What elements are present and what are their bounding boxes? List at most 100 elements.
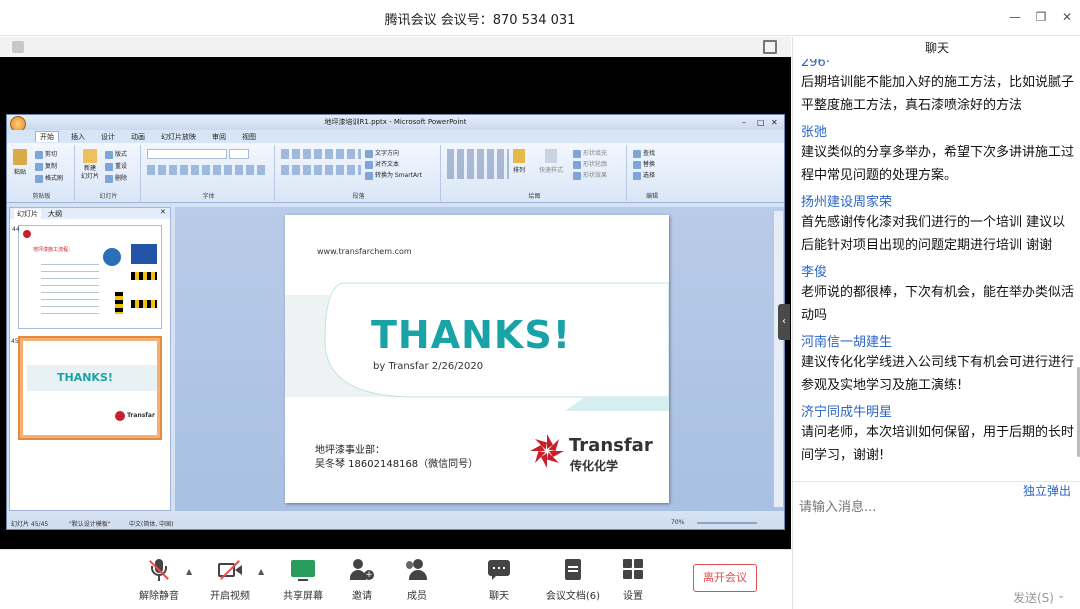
post-icon bbox=[115, 292, 123, 314]
slide-thumbnail-44[interactable]: 44 地坪漆施工流程： bbox=[12, 225, 162, 329]
thumb-thanks: THANKS! bbox=[57, 371, 113, 384]
tab-view[interactable]: 视图 bbox=[242, 132, 256, 142]
shield-icon[interactable] bbox=[12, 41, 24, 53]
minimize-icon[interactable]: — bbox=[1008, 10, 1022, 24]
chat-input[interactable] bbox=[799, 496, 1075, 518]
docs-label: 会议文档(6) bbox=[545, 591, 601, 602]
window-title: 腾讯会议 会议号：870 534 031 bbox=[384, 13, 576, 28]
tab-design[interactable]: 设计 bbox=[101, 132, 115, 142]
chevron-down-icon[interactable]: ⌄ bbox=[1057, 590, 1069, 602]
chat-sender: 济宁同成牛明星 bbox=[801, 405, 893, 420]
arrow-sign-icon bbox=[103, 248, 121, 266]
group-font: 字体 bbox=[143, 145, 275, 201]
collapse-arrow-icon[interactable]: ‹ bbox=[778, 304, 790, 340]
chat-sender: 296· bbox=[801, 59, 830, 70]
shapes-gallery[interactable] bbox=[447, 149, 509, 179]
shape-effect-button[interactable]: 形状效果 bbox=[573, 170, 607, 180]
video-label: 开启视频 bbox=[210, 591, 250, 602]
tab-home[interactable]: 开始 bbox=[35, 131, 59, 142]
font-size-box[interactable] bbox=[229, 149, 249, 159]
fullscreen-icon[interactable] bbox=[763, 40, 777, 54]
ppt-minimize-icon[interactable]: – bbox=[742, 115, 746, 130]
thumb-heading: 地坪漆施工流程： bbox=[33, 247, 74, 253]
format-painter-button[interactable]: 格式刷 bbox=[35, 173, 63, 183]
chat-message: 建议类似的分享多举办，希望下次多讲讲施工过程中常见问题的处理方案。 bbox=[801, 145, 1075, 183]
invite-button[interactable]: + 邀请 bbox=[334, 558, 390, 602]
slide-dept: 地坪漆事业部： bbox=[315, 445, 385, 456]
title-bar: 腾讯会议 会议号：870 534 031 — ❐ ✕ bbox=[0, 0, 1080, 36]
group-label: 幻灯片 bbox=[99, 193, 118, 200]
chat-button[interactable]: 聊天 bbox=[471, 558, 527, 602]
video-button[interactable]: 开启视频 bbox=[202, 558, 258, 602]
slide-thumbnail-45[interactable]: 45 THANKS! Transfar bbox=[11, 336, 162, 440]
video-options-icon[interactable]: ▲ bbox=[258, 567, 264, 576]
copy-button[interactable]: 复制 bbox=[35, 161, 57, 171]
members-icon bbox=[405, 558, 429, 582]
select-button[interactable]: 选择 bbox=[633, 170, 655, 180]
slide-byline: by Transfar 2/26/2020 bbox=[373, 361, 484, 372]
smartart-button[interactable]: 转换为 SmartArt bbox=[365, 170, 422, 180]
text-direction-button[interactable]: 文字方向 bbox=[365, 148, 399, 158]
group-label: 编辑 bbox=[645, 193, 658, 200]
group-label: 绘图 bbox=[528, 193, 541, 200]
settings-button[interactable]: 设置 bbox=[605, 558, 661, 602]
group-clipboard: 粘贴 剪切 复制 格式刷 剪贴板 bbox=[9, 145, 75, 201]
ppt-close-icon[interactable]: ✕ bbox=[771, 115, 778, 130]
cut-button[interactable]: 剪切 bbox=[35, 149, 57, 159]
delete-button[interactable]: 删除 bbox=[105, 173, 127, 183]
vertical-scrollbar[interactable] bbox=[773, 211, 783, 507]
chat-bubble-icon bbox=[487, 558, 511, 582]
tab-slideshow[interactable]: 幻灯片放映 bbox=[161, 132, 196, 142]
group-editing: 查找 替换 选择 编辑 bbox=[629, 145, 675, 201]
group-drawing: 排列 快速样式 形状填充 形状轮廓 形状效果 绘图 bbox=[443, 145, 627, 201]
members-label: 成员 bbox=[407, 591, 427, 602]
find-button[interactable]: 查找 bbox=[633, 148, 655, 158]
status-language: 中文(简体, 中国) bbox=[129, 521, 174, 528]
tab-animation[interactable]: 动画 bbox=[131, 132, 145, 142]
shape-outline-button[interactable]: 形状轮廓 bbox=[573, 159, 607, 169]
align-buttons[interactable] bbox=[281, 165, 361, 175]
layout-button[interactable]: 版式 bbox=[105, 149, 127, 159]
align-text-button[interactable]: 对齐文本 bbox=[365, 159, 399, 169]
replace-button[interactable]: 替换 bbox=[633, 159, 655, 169]
mute-label: 解除静音 bbox=[139, 591, 179, 602]
tab-insert[interactable]: 插入 bbox=[71, 132, 85, 142]
pane-close-icon[interactable]: ✕ bbox=[160, 208, 166, 216]
quick-style-button[interactable]: 快速样式 bbox=[539, 149, 563, 174]
font-name-box[interactable] bbox=[147, 149, 227, 159]
zoom-slider[interactable] bbox=[697, 522, 757, 524]
share-label: 共享屏幕 bbox=[283, 591, 323, 602]
mute-button[interactable]: 解除静音 bbox=[131, 558, 187, 602]
chat-message: 首先感谢传化漆对我们进行的一个培训 建议以后能针对项目出现的问题定期进行培训 谢… bbox=[801, 215, 1066, 253]
group-label: 剪贴板 bbox=[32, 193, 51, 200]
group-slides: 新建 幻灯片 版式 重设 删除 幻灯片 bbox=[77, 145, 141, 201]
reset-button[interactable]: 重设 bbox=[105, 161, 127, 171]
share-screen-button[interactable]: 共享屏幕 bbox=[275, 558, 331, 602]
tab-slides[interactable]: 幻灯片 bbox=[14, 209, 41, 219]
members-button[interactable]: 成员 bbox=[389, 558, 445, 602]
screen-subbar bbox=[0, 37, 791, 57]
ppt-maximize-icon[interactable]: □ bbox=[757, 115, 765, 130]
mute-options-icon[interactable]: ▲ bbox=[186, 567, 192, 576]
tab-outline[interactable]: 大纲 bbox=[48, 209, 62, 219]
send-button[interactable]: 发送(S) bbox=[1013, 589, 1054, 606]
chevron-sign-icon bbox=[131, 244, 157, 264]
arrange-button[interactable]: 排列 bbox=[513, 149, 525, 174]
chat-message: 后期培训能不能加入好的施工方法，比如说腻子平整度施工方法，真石漆喷涂好的方法 bbox=[801, 75, 1075, 113]
font-format-buttons[interactable] bbox=[147, 165, 267, 175]
restore-icon[interactable]: ❐ bbox=[1034, 10, 1048, 24]
meeting-docs-button[interactable]: 会议文档(6) bbox=[543, 558, 603, 602]
leave-meeting-button[interactable]: 离开会议 bbox=[693, 564, 757, 592]
new-slide-button[interactable]: 新建 幻灯片 bbox=[81, 149, 99, 181]
shape-fill-button[interactable]: 形状填充 bbox=[573, 148, 607, 158]
invite-label: 邀请 bbox=[352, 591, 372, 602]
pane-tabs: 幻灯片 大纲 ✕ bbox=[10, 208, 170, 219]
tab-review[interactable]: 审阅 bbox=[212, 132, 226, 142]
close-icon[interactable]: ✕ bbox=[1060, 10, 1074, 24]
settings-label: 设置 bbox=[623, 591, 643, 602]
paste-button[interactable]: 粘贴 bbox=[13, 149, 27, 176]
list-buttons[interactable] bbox=[281, 149, 361, 159]
slide[interactable]: www.transfarchem.com THANKS! by Transfar… bbox=[285, 215, 669, 503]
logo-icon bbox=[23, 230, 31, 238]
group-label: 段落 bbox=[352, 193, 365, 200]
